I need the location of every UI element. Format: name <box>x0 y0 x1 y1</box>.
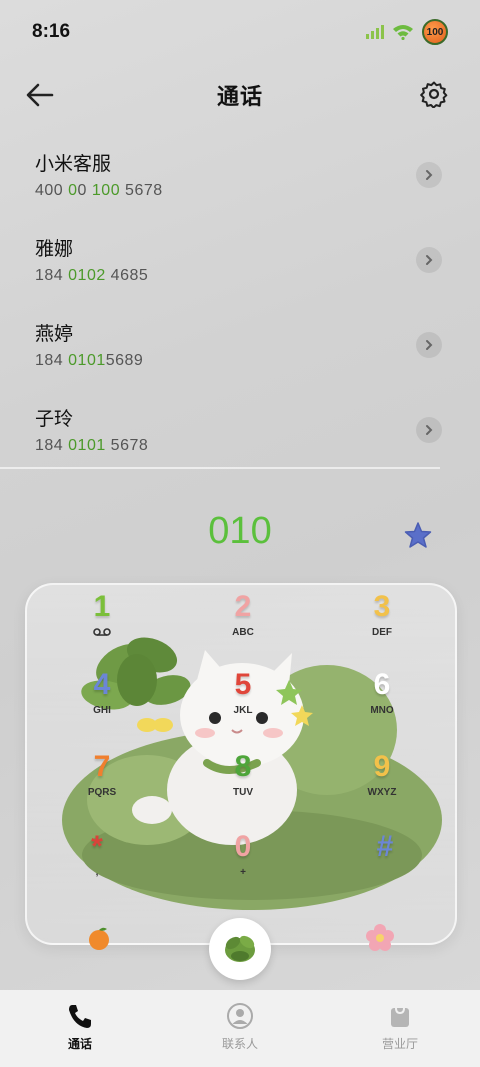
contact-name: 燕婷 <box>35 324 74 345</box>
key-letters: PQRS <box>87 787 117 798</box>
bottom-nav: 通话 联系人 营业厅 <box>0 990 480 1067</box>
key-star[interactable]: * , <box>57 830 137 900</box>
key-digit: 4 <box>93 668 111 701</box>
key-digit: 5 <box>234 668 252 701</box>
contact-number: 184 0102 4685 <box>35 267 149 284</box>
key-letters: GHI <box>93 705 111 716</box>
contact-item[interactable]: 子玲 184 0101 5678 <box>0 380 480 465</box>
list-divider <box>0 467 440 469</box>
battery-indicator: 100 <box>422 19 448 45</box>
key-3[interactable]: 3 DEF <box>342 590 422 660</box>
shopping-bag-icon <box>391 1007 409 1027</box>
contact-name: 雅娜 <box>35 239 74 260</box>
contact-detail-button[interactable] <box>416 417 442 443</box>
tab-calls[interactable]: 通话 <box>0 990 160 1067</box>
key-0[interactable]: 0 + <box>203 830 283 900</box>
key-letters: WXYZ <box>367 787 397 798</box>
key-digit: * <box>91 830 103 863</box>
tab-contacts[interactable]: 联系人 <box>160 990 320 1067</box>
key-letters: TUV <box>233 787 253 798</box>
contact-detail-button[interactable] <box>416 247 442 273</box>
contact-name: 小米客服 <box>35 154 112 175</box>
key-5[interactable]: 5 JKL <box>203 668 283 738</box>
contacts-icon <box>227 1003 253 1029</box>
gear-icon[interactable] <box>420 80 448 108</box>
chevron-right-icon <box>426 425 433 435</box>
wifi-icon <box>393 25 413 40</box>
tab-label: 营业厅 <box>381 1037 418 1051</box>
status-icons: 100 <box>366 19 448 45</box>
key-digit: 1 <box>93 590 111 623</box>
voicemail-icon <box>93 628 111 636</box>
status-time: 8:16 <box>32 21 71 42</box>
tab-label: 联系人 <box>221 1037 258 1051</box>
key-hash[interactable]: # <box>345 830 425 900</box>
key-6[interactable]: 6 MNO <box>342 668 422 738</box>
key-digit: 8 <box>234 750 252 783</box>
key-1[interactable]: 1 <box>62 590 142 660</box>
chevron-right-icon <box>426 340 433 350</box>
contact-detail-button[interactable] <box>416 162 442 188</box>
contact-number: 184 0101 5678 <box>35 437 149 454</box>
key-digit: 3 <box>373 590 391 623</box>
dialpad: 1 2 ABC 3 DEF 4 GHI 5 JKL 6 MNO 7 PQRS 8… <box>25 583 457 945</box>
key-letters: DEF <box>372 627 392 638</box>
contact-number: 184 01015689 <box>35 352 144 369</box>
signal-icon <box>366 25 384 39</box>
contact-number: 400 00 100 5678 <box>35 182 163 199</box>
key-digit: 9 <box>373 750 391 783</box>
chevron-right-icon <box>426 170 433 180</box>
tab-label: 通话 <box>67 1037 92 1051</box>
page-title: 通话 <box>216 84 263 109</box>
key-8[interactable]: 8 TUV <box>203 750 283 820</box>
key-9[interactable]: 9 WXYZ <box>342 750 422 820</box>
leaf-call-icon <box>225 935 255 962</box>
call-button[interactable] <box>209 918 271 980</box>
contact-item[interactable]: 小米客服 400 00 100 5678 <box>0 125 480 210</box>
key-4[interactable]: 4 GHI <box>62 668 142 738</box>
contact-name: 子玲 <box>35 409 74 430</box>
chevron-right-icon <box>426 255 433 265</box>
key-letters: ABC <box>232 627 254 638</box>
star-icon[interactable] <box>402 520 434 552</box>
header: 通话 <box>0 70 480 120</box>
tab-service-hall[interactable]: 营业厅 <box>320 990 480 1067</box>
recent-calls-list: 小米客服 400 00 100 5678 雅娜 184 0102 4685 燕婷… <box>0 125 480 467</box>
key-digit: 7 <box>93 750 111 783</box>
back-arrow-icon[interactable] <box>24 80 56 110</box>
call-action-row <box>0 915 480 985</box>
contact-item[interactable]: 雅娜 184 0102 4685 <box>0 210 480 295</box>
key-letters: , <box>95 867 99 878</box>
key-7[interactable]: 7 PQRS <box>62 750 142 820</box>
key-letters: JKL <box>233 705 253 716</box>
key-digit: 6 <box>373 668 391 701</box>
phone-icon <box>69 1005 91 1028</box>
contact-item[interactable]: 燕婷 184 01015689 <box>0 295 480 380</box>
key-digit: 2 <box>234 590 252 623</box>
key-digit: 0 <box>234 830 252 863</box>
key-letters: + <box>240 867 246 878</box>
flower-icon[interactable] <box>364 922 396 954</box>
contact-detail-button[interactable] <box>416 332 442 358</box>
key-2[interactable]: 2 ABC <box>203 590 283 660</box>
orange-fruit-icon[interactable] <box>86 925 112 951</box>
status-bar: 8:16 100 <box>0 0 480 64</box>
key-digit: # <box>376 830 394 863</box>
key-letters: MNO <box>370 705 394 716</box>
